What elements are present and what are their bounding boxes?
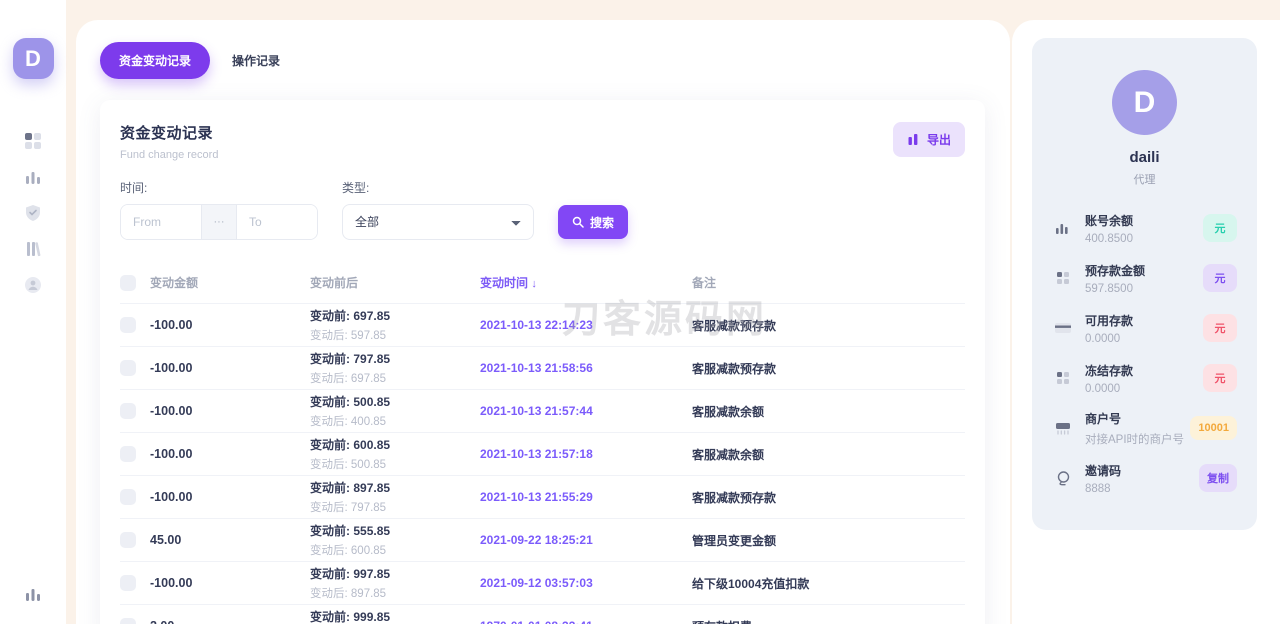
credit-card-icon <box>1052 321 1074 335</box>
type-filter-label: 类型: <box>342 181 370 195</box>
table-row: -100.00 变动前: 600.85 变动后: 500.85 2021-10-… <box>120 432 965 475</box>
time-link[interactable]: 2021-10-13 21:58:56 <box>480 361 593 375</box>
fund-table: 变动金额 变动前后 变动时间 ↓ 备注 -100.00 变动前: 697.85 … <box>120 268 965 624</box>
row-checkbox[interactable] <box>120 618 136 624</box>
remark-cell: 客服减款预存款 <box>692 361 777 376</box>
unit-badge: 元 <box>1203 364 1237 392</box>
row-checkbox[interactable] <box>120 446 136 462</box>
right-panel: D daili 代理 账号余额 400.8500 元 预存款金额 597.850… <box>1012 20 1280 624</box>
range-separator: ··· <box>201 205 237 239</box>
sort-desc-icon: ↓ <box>531 278 537 290</box>
search-button[interactable]: 搜索 <box>558 205 629 239</box>
table-header-row: 变动金额 变动前后 变动时间 ↓ 备注 <box>120 268 965 303</box>
main-panel: 资金变动记录 操作记录 资金变动记录 Fund change record 导出… <box>76 20 1010 624</box>
table-row: -100.00 变动前: 897.85 变动后: 797.85 2021-10-… <box>120 475 965 518</box>
bar-chart-icon <box>1052 219 1074 237</box>
date-from-input[interactable] <box>121 205 201 239</box>
profile-item-prepaid: 预存款金额 597.8500 元 <box>1052 253 1237 303</box>
remark-cell: 客服减款余额 <box>692 404 765 419</box>
merchant-id-badge: 10001 <box>1190 416 1237 440</box>
table-row: -100.00 变动前: 697.85 变动后: 597.85 2021-10-… <box>120 303 965 346</box>
amount-cell: -100.00 <box>150 447 193 461</box>
card-subtitle: Fund change record <box>120 149 219 161</box>
date-to-input[interactable] <box>237 205 317 239</box>
profile-item-balance: 账号余额 400.8500 元 <box>1052 203 1237 253</box>
printer-icon <box>1052 420 1074 436</box>
time-link[interactable]: 1970-01-01 08:33:41 <box>480 619 593 624</box>
remark-cell: 管理员变更金额 <box>692 533 777 548</box>
table-row: 2.00 变动前: 999.85 变动后: 997.85 1970-01-01 … <box>120 604 965 624</box>
time-link[interactable]: 2021-10-13 21:55:29 <box>480 490 593 504</box>
fund-record-card: 资金变动记录 Fund change record 导出 时间: ··· <box>100 100 985 624</box>
profile-role: 代理 <box>1133 174 1156 186</box>
amount-cell: 2.00 <box>150 619 310 624</box>
grid-icon <box>1052 270 1074 286</box>
user-icon[interactable] <box>23 275 43 295</box>
grid-icon <box>1052 370 1074 386</box>
amount-cell: -100.00 <box>150 404 193 418</box>
globe-icon <box>1052 470 1074 487</box>
type-select[interactable]: 全部 <box>342 204 534 240</box>
tab-bar: 资金变动记录 操作记录 <box>76 20 1010 79</box>
amount-cell: -100.00 <box>150 576 193 590</box>
unit-badge: 元 <box>1203 314 1237 342</box>
card-title: 资金变动记录 <box>120 125 214 142</box>
header-remark: 备注 <box>692 276 717 290</box>
profile-item-available: 可用存款 0.0000 元 <box>1052 303 1237 353</box>
library-icon[interactable] <box>23 239 43 259</box>
remark-cell: 客服减款预存款 <box>692 318 777 333</box>
amount-cell: 45.00 <box>150 533 182 547</box>
amount-cell: -100.00 <box>150 361 193 375</box>
profile-item-frozen: 冻结存款 0.0000 元 <box>1052 353 1237 403</box>
select-all-checkbox[interactable] <box>120 274 136 291</box>
remark-cell: 客服减款余额 <box>692 447 765 462</box>
time-link[interactable]: 2021-09-22 18:25:21 <box>480 533 593 547</box>
table-row: -100.00 变动前: 997.85 变动后: 897.85 2021-09-… <box>120 561 965 604</box>
dashboard-grid-icon[interactable] <box>23 131 43 151</box>
amount-cell: -100.00 <box>150 490 193 504</box>
row-checkbox[interactable] <box>120 317 136 333</box>
row-checkbox[interactable] <box>120 489 136 505</box>
header-amount: 变动金额 <box>150 276 199 290</box>
row-checkbox[interactable] <box>120 403 136 419</box>
tab-operation-record[interactable]: 操作记录 <box>228 42 284 79</box>
export-button[interactable]: 导出 <box>892 122 965 157</box>
amount-cell: -100.00 <box>150 318 193 332</box>
profile-item-invite-code: 邀请码 8888 复制 <box>1052 453 1237 503</box>
time-link[interactable]: 2021-10-13 22:14:23 <box>480 318 593 332</box>
remark-cell: 客服减款预存款 <box>692 490 777 505</box>
row-checkbox[interactable] <box>120 360 136 376</box>
time-link[interactable]: 2021-09-12 03:57:03 <box>480 576 593 590</box>
table-row: 45.00 变动前: 555.85 变动后: 600.85 2021-09-22… <box>120 518 965 561</box>
table-row: -100.00 变动前: 797.85 变动后: 697.85 2021-10-… <box>120 346 965 389</box>
filter-bar: 时间: ··· 类型: 全部 搜索 <box>120 179 965 240</box>
unit-badge: 元 <box>1203 214 1237 242</box>
stats-bars-icon[interactable] <box>23 167 43 187</box>
unit-badge: 元 <box>1203 264 1237 292</box>
time-filter-label: 时间: <box>120 181 148 195</box>
shield-check-icon[interactable] <box>23 203 43 223</box>
copy-button[interactable]: 复制 <box>1199 464 1237 492</box>
left-sidebar: D <box>0 0 66 624</box>
header-before-after: 变动前后 <box>310 276 359 290</box>
remark-cell: 预存款扣费 <box>692 618 965 624</box>
row-checkbox[interactable] <box>120 575 136 591</box>
table-row: -100.00 变动前: 500.85 变动后: 400.85 2021-10-… <box>120 389 965 432</box>
search-icon <box>572 216 584 228</box>
avatar: D <box>1112 70 1177 135</box>
time-link[interactable]: 2021-10-13 21:57:44 <box>480 404 593 418</box>
tab-fund-change-record[interactable]: 资金变动记录 <box>100 42 211 79</box>
profile-card: D daili 代理 账号余额 400.8500 元 预存款金额 597.850… <box>1032 38 1257 530</box>
profile-item-merchant-id: 商户号 对接API时的商户号 10001 <box>1052 403 1237 453</box>
profile-name: daili <box>1129 149 1160 166</box>
analytics-bars-icon[interactable] <box>23 584 43 604</box>
time-link[interactable]: 2021-10-13 21:57:18 <box>480 447 593 461</box>
app-logo[interactable]: D <box>12 38 54 79</box>
row-checkbox[interactable] <box>120 532 136 548</box>
header-time-sortable[interactable]: 变动时间 ↓ <box>480 274 692 291</box>
export-icon <box>907 133 920 146</box>
date-range-picker: ··· <box>120 204 318 240</box>
remark-cell: 给下级10004充值扣款 <box>692 576 810 591</box>
